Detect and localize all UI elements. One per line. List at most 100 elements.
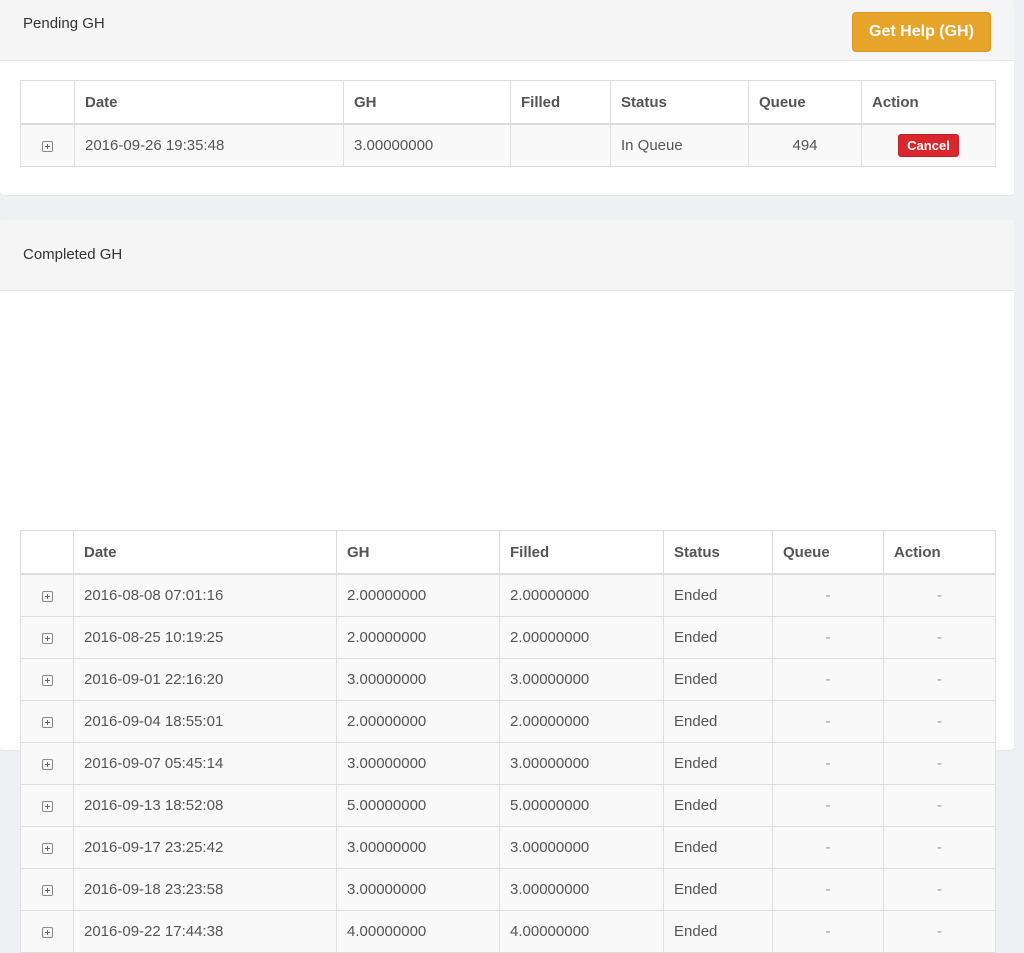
- table-header-row: Date GH Filled Status Queue Action: [20, 80, 996, 125]
- action-cell: -: [883, 700, 996, 743]
- column-header-date[interactable]: Date: [74, 80, 344, 125]
- expand-cell: [20, 868, 74, 911]
- column-header-status[interactable]: Status: [663, 530, 773, 575]
- expand-cell: [20, 616, 74, 659]
- expand-cell: [20, 700, 74, 743]
- status-cell: Ended: [663, 910, 773, 953]
- table-row: 2016-09-18 23:23:58 3.00000000 3.00000000 E…: [20, 868, 996, 911]
- date-cell: 2016-09-26 19:35:48: [74, 123, 344, 167]
- filled-cell: 2.00000000: [499, 700, 664, 743]
- table-row: 2016-08-08 07:01:16 2.00000000 2.00000000 E…: [20, 573, 996, 617]
- action-cell: -: [883, 742, 996, 785]
- pending-gh-header: Pending GH Get Help (GH): [0, 0, 1014, 61]
- column-header-action[interactable]: Action: [861, 80, 996, 125]
- date-cell: 2016-09-01 22:16:20: [73, 658, 337, 701]
- filled-cell: [510, 123, 611, 167]
- get-help-button[interactable]: Get Help (GH): [852, 12, 991, 52]
- status-cell: Ended: [663, 700, 773, 743]
- plus-square-icon[interactable]: [41, 884, 53, 896]
- plus-square-icon[interactable]: [41, 674, 53, 686]
- column-header-expand: [20, 80, 75, 125]
- date-cell: 2016-09-22 17:44:38: [73, 910, 337, 953]
- table-row: 2016-08-25 10:19:25 2.00000000 2.00000000 E…: [20, 616, 996, 659]
- status-cell: Ended: [663, 573, 773, 617]
- date-cell: 2016-08-25 10:19:25: [73, 616, 337, 659]
- column-header-gh[interactable]: GH: [336, 530, 500, 575]
- column-header-status[interactable]: Status: [610, 80, 749, 125]
- expand-cell: [20, 784, 74, 827]
- gh-cell: 2.00000000: [336, 700, 500, 743]
- date-cell: 2016-09-13 18:52:08: [73, 784, 337, 827]
- completed-gh-title: Completed GH: [23, 246, 123, 263]
- action-cell: -: [883, 826, 996, 869]
- gh-cell: 5.00000000: [336, 784, 500, 827]
- action-cell: -: [883, 658, 996, 701]
- expand-cell: [20, 658, 74, 701]
- completed-gh-panel: Completed GH Date GH Filled Status Queue…: [0, 220, 1014, 953]
- column-header-action[interactable]: Action: [883, 530, 996, 575]
- status-cell: Ended: [663, 742, 773, 785]
- queue-cell: -: [772, 784, 884, 827]
- gh-cell: 3.00000000: [336, 742, 500, 785]
- gh-cell: 3.00000000: [336, 868, 500, 911]
- action-cell: -: [883, 573, 996, 617]
- plus-square-icon[interactable]: [41, 758, 53, 770]
- column-header-filled[interactable]: Filled: [510, 80, 611, 125]
- plus-square-icon[interactable]: [41, 632, 53, 644]
- expand-cell: [20, 910, 74, 953]
- queue-cell: -: [772, 616, 884, 659]
- table-row: 2016-09-13 18:52:08 5.00000000 5.00000000 E…: [20, 784, 996, 827]
- table-header-row: Date GH Filled Status Queue Action: [20, 530, 996, 575]
- action-cell: -: [883, 910, 996, 953]
- column-header-gh[interactable]: GH: [343, 80, 511, 125]
- column-header-filled[interactable]: Filled: [499, 530, 664, 575]
- filled-cell: 3.00000000: [499, 826, 664, 869]
- filled-cell: 2.00000000: [499, 616, 664, 659]
- filled-cell: 3.00000000: [499, 868, 664, 911]
- gh-cell: 2.00000000: [336, 616, 500, 659]
- completed-gh-header: Completed GH: [0, 220, 1014, 291]
- gh-cell: 2.00000000: [336, 573, 500, 617]
- queue-cell: -: [772, 868, 884, 911]
- status-cell: Ended: [663, 868, 773, 911]
- completed-gh-table: Date GH Filled Status Queue Action 2016-…: [20, 530, 996, 953]
- filled-cell: 5.00000000: [499, 784, 664, 827]
- expand-cell: [20, 123, 75, 167]
- action-cell: -: [883, 616, 996, 659]
- queue-cell: -: [772, 742, 884, 785]
- table-row: 2016-09-01 22:16:20 3.00000000 3.00000000 E…: [20, 658, 996, 701]
- plus-square-icon[interactable]: [41, 926, 53, 938]
- status-cell: Ended: [663, 658, 773, 701]
- table-row: 2016-09-17 23:25:42 3.00000000 3.00000000 E…: [20, 826, 996, 869]
- table-row: 2016-09-07 05:45:14 3.00000000 3.00000000 E…: [20, 742, 996, 785]
- plus-square-icon[interactable]: [41, 842, 53, 854]
- expand-cell: [20, 742, 74, 785]
- column-header-expand: [20, 530, 74, 575]
- gh-cell: 4.00000000: [336, 910, 500, 953]
- column-header-queue[interactable]: Queue: [772, 530, 884, 575]
- queue-cell: 494: [748, 123, 862, 167]
- plus-square-icon[interactable]: [41, 800, 53, 812]
- plus-square-icon[interactable]: [41, 716, 53, 728]
- column-header-queue[interactable]: Queue: [748, 80, 862, 125]
- gh-cell: 3.00000000: [336, 658, 500, 701]
- cancel-button[interactable]: Cancel: [898, 134, 959, 157]
- action-cell: Cancel: [861, 123, 996, 167]
- queue-cell: -: [772, 658, 884, 701]
- queue-cell: -: [772, 700, 884, 743]
- status-cell: In Queue: [610, 123, 749, 167]
- column-header-date[interactable]: Date: [73, 530, 337, 575]
- expand-cell: [20, 573, 74, 617]
- date-cell: 2016-09-04 18:55:01: [73, 700, 337, 743]
- date-cell: 2016-09-07 05:45:14: [73, 742, 337, 785]
- queue-cell: -: [772, 826, 884, 869]
- queue-cell: -: [772, 573, 884, 617]
- table-row: 2016-09-22 17:44:38 4.00000000 4.00000000 E…: [20, 910, 996, 953]
- plus-square-icon[interactable]: [41, 590, 53, 602]
- pending-gh-panel: Pending GH Get Help (GH) Date GH Filled …: [0, 0, 1014, 195]
- action-cell: -: [883, 868, 996, 911]
- pending-gh-title: Pending GH: [23, 15, 105, 32]
- plus-square-icon[interactable]: [42, 140, 53, 152]
- status-cell: Ended: [663, 784, 773, 827]
- date-cell: 2016-09-18 23:23:58: [73, 868, 337, 911]
